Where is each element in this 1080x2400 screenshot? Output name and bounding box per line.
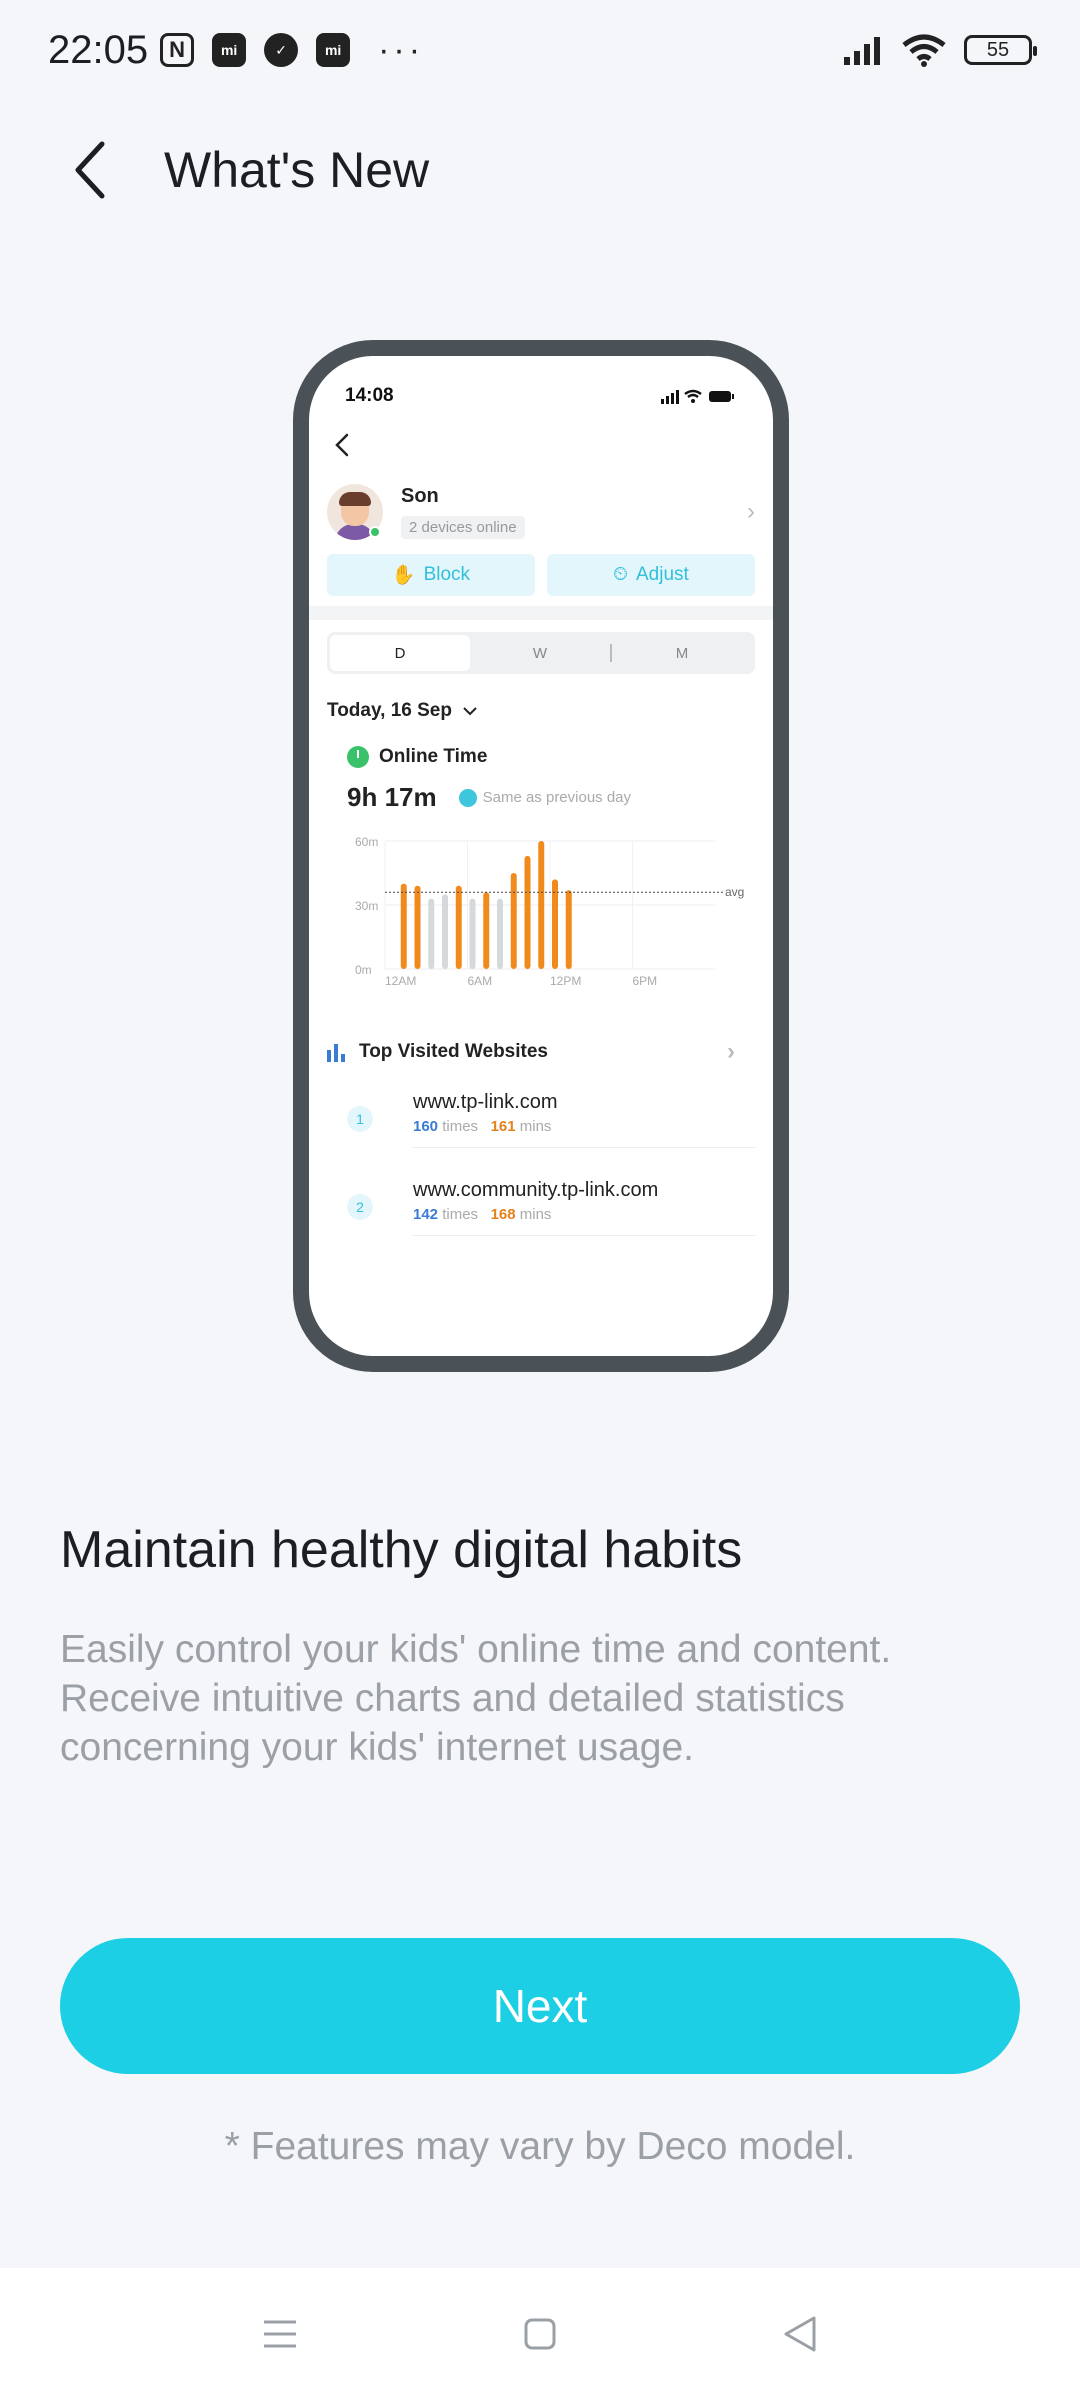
site-times: 142 (413, 1205, 439, 1223)
recent-apps-button[interactable] (250, 2304, 310, 2364)
chart-x-tick-label: 12AM (385, 974, 416, 988)
site-times-unit: times (442, 1117, 479, 1135)
header: What's New (0, 110, 1080, 230)
site-times: 160 (413, 1117, 439, 1135)
chart-bar (428, 898, 435, 969)
mi-app-icon-2: mi (316, 33, 351, 67)
online-time-card: Online Time 9h 17m Same as previous day … (327, 730, 755, 1004)
date-selector: Today, 16 Sep (309, 674, 773, 730)
system-back-button[interactable] (770, 2304, 830, 2364)
chart-bar (524, 855, 531, 969)
feature-description: Easily control your kids' online time an… (60, 1628, 892, 1769)
segment-day: D (330, 635, 470, 671)
chart-bar (442, 894, 448, 969)
illustration-status-bar: 14:08 (309, 356, 773, 414)
illustration-adjust-button: ⏲ Adjust (547, 554, 755, 596)
illustration-status-icons (661, 389, 734, 404)
site-mins-unit: mins (519, 1117, 552, 1135)
site-rank: 1 (347, 1106, 373, 1132)
top-sites-card: Top Visited Websites › 1 www.tp-link.com… (327, 1022, 755, 1242)
mi-app-icon: mi (212, 33, 247, 67)
home-button[interactable] (510, 2304, 570, 2364)
online-status-dot (369, 526, 381, 538)
online-time-value: 9h 17m (347, 782, 437, 812)
illustration-back (309, 414, 773, 474)
triangle-back-icon (784, 2316, 816, 2352)
timer-icon: ⏲ (613, 564, 628, 585)
site-mins: 168 (490, 1205, 516, 1223)
site-mins: 161 (490, 1117, 516, 1135)
equal-icon (458, 788, 477, 807)
chart-bar (469, 898, 476, 969)
back-button[interactable] (40, 120, 140, 220)
usage-chart: 60m 30m 0m 12AM 6AM 12PM 6PM avg (355, 835, 744, 988)
chart-y-tick-label: 30m (355, 899, 378, 913)
illustration-actions: ✋ Block ⏲ Adjust (309, 550, 773, 596)
period-segmented-control: D W M (327, 632, 755, 674)
top-sites-title: Top Visited Websites (359, 1041, 548, 1062)
clock-icon (347, 746, 369, 768)
status-time: 22:05 (48, 27, 149, 72)
segment-week: W (532, 644, 548, 662)
square-icon (524, 2318, 556, 2350)
site-domain: www.tp-link.com (413, 1090, 558, 1113)
phone-illustration: 14:08 Son 2 devices online › ✋ Block ⏲ A… (293, 340, 789, 1372)
notification-icons: N mi ✓ mi ··· (160, 31, 424, 70)
comparison-label: Same as previous day (482, 789, 632, 806)
feature-heading: Maintain healthy digital habits (60, 1521, 743, 1579)
hand-icon: ✋ (391, 565, 416, 586)
signal-icon (844, 37, 880, 65)
top-sites-chevron-icon: › (727, 1038, 735, 1065)
illustration-time: 14:08 (345, 385, 394, 406)
battery-icon: 55 (964, 35, 1037, 65)
site-row: 1 www.tp-link.com 160 times 161 mins (327, 1066, 755, 1154)
nfc-icon: N (160, 33, 195, 67)
illustration-back-icon (335, 433, 349, 457)
chevron-right-icon: › (747, 498, 755, 525)
system-navigation-bar (0, 2268, 1080, 2400)
chevron-left-icon (75, 141, 105, 199)
more-notifications-icon: ··· (378, 30, 425, 69)
system-indicators: 55 (844, 33, 1037, 67)
comparison-text: Same as previous day (458, 788, 632, 807)
devices-online-badge: 2 devices online (401, 516, 525, 539)
status-bar: 22:05 N mi ✓ mi ··· 55 (0, 0, 1080, 100)
chart-bar (455, 885, 462, 969)
chart-bar (414, 885, 421, 969)
page-title: What's New (164, 142, 430, 198)
chart-avg-label: avg (725, 885, 744, 899)
bar-chart-icon (327, 1044, 345, 1062)
chevron-down-icon (463, 707, 477, 716)
illustration-profile-row: Son 2 devices online › (309, 474, 773, 550)
chart-y-tick-label: 60m (355, 835, 378, 849)
chart-y-tick-label: 0m (355, 963, 372, 977)
chart-bar (400, 883, 407, 969)
check-circle-icon: ✓ (264, 33, 299, 67)
site-rank: 2 (347, 1194, 373, 1220)
chart-bar (510, 873, 517, 969)
wifi-icon (902, 34, 946, 67)
site-times-unit: times (442, 1205, 479, 1223)
adjust-label: Adjust (636, 564, 689, 585)
menu-icon (264, 2320, 296, 2348)
chart-bar (538, 841, 545, 969)
chart-bar (565, 890, 572, 969)
chart-x-tick-label: 6PM (633, 974, 658, 988)
site-row: 2 www.community.tp-link.com 142 times 16… (327, 1154, 755, 1242)
chart-x-tick-label: 6AM (468, 974, 493, 988)
chart-bar (497, 898, 503, 969)
illustration-block-button: ✋ Block (327, 554, 535, 596)
site-mins-unit: mins (519, 1205, 552, 1223)
chart-bar (552, 879, 558, 969)
site-domain: www.community.tp-link.com (413, 1178, 659, 1201)
online-time-title: Online Time (379, 746, 488, 767)
date-label: Today, 16 Sep (327, 700, 452, 721)
next-button[interactable]: Next (60, 1938, 1020, 2074)
profile-name: Son (401, 485, 439, 507)
chart-x-tick-label: 12PM (550, 974, 581, 988)
segment-month: M (675, 644, 689, 662)
footnote: * Features may vary by Deco model. (224, 2125, 856, 2168)
block-label: Block (423, 564, 471, 585)
chart-bar (483, 892, 490, 969)
